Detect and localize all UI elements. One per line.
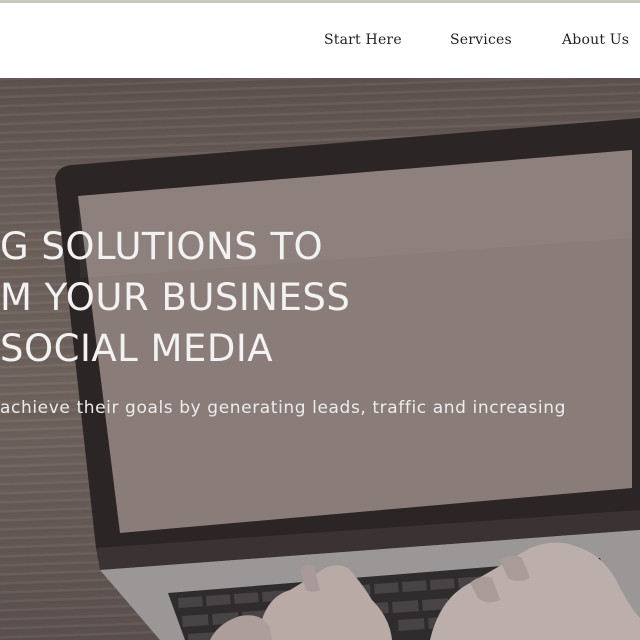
hero-headline-line-3: SOCIAL MEDIA [0,327,274,370]
hero-subheadline: achieve their goals by generating leads,… [0,398,566,418]
hero-headline-line-2: M YOUR BUSINESS [0,276,351,319]
hero-section: G SOLUTIONS TO M YOUR BUSINESS SOCIAL ME… [0,78,640,640]
nav-link-start-here[interactable]: Start Here [324,32,402,48]
top-navigation-bar: Start Here Services About Us [0,3,640,78]
nav-link-about-us[interactable]: About Us [562,32,629,48]
nav-link-services[interactable]: Services [450,32,512,48]
hero-headline-line-1: G SOLUTIONS TO [0,225,324,268]
